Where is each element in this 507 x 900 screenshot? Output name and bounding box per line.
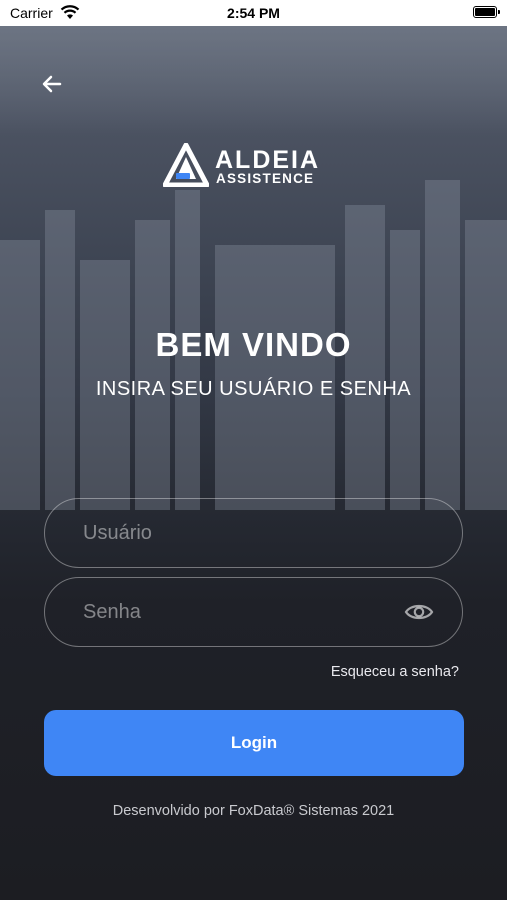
back-arrow-icon[interactable] — [38, 70, 66, 98]
aldeia-logo: ALDEIA ASSISTENCE — [163, 140, 343, 190]
password-input[interactable] — [83, 578, 413, 646]
forgot-password-link[interactable]: Esqueceu a senha? — [331, 664, 459, 680]
login-button[interactable]: Login — [44, 710, 464, 776]
clock: 2:54 PM — [227, 5, 280, 21]
welcome-title: BEM VINDO — [155, 326, 352, 363]
logo-subtitle: ASSISTENCE — [216, 171, 315, 186]
footer-credit: Desenvolvido por FoxData® Sistemas 2021 — [112, 803, 395, 819]
password-field[interactable] — [44, 577, 463, 647]
username-field[interactable] — [44, 498, 463, 568]
status-bar: Carrier 2:54 PM — [0, 0, 507, 26]
battery-icon — [473, 6, 500, 18]
sky-overlay — [0, 26, 507, 136]
login-screen: Carrier 2:54 PM ALDEIA ASSISTENCE BEM VI… — [0, 0, 507, 900]
welcome-subtitle: INSIRA SEU USUÁRIO E SENHA — [95, 378, 412, 400]
logo-icon — [163, 143, 209, 187]
eye-icon[interactable] — [404, 600, 434, 624]
username-input[interactable] — [83, 499, 413, 567]
